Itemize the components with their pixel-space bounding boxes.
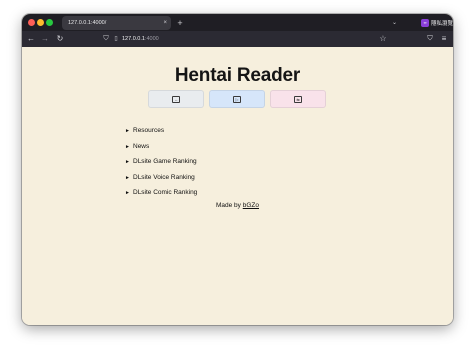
- details-label: DLsite Comic Ranking: [133, 189, 198, 196]
- browser-window: 127.0.0.1:4000/ × + ⌄ ∞ 隱私瀏覽 ← → ↻ ⛉ ▯ 1…: [22, 14, 453, 325]
- title-bar: 127.0.0.1:4000/ × + ⌄ ∞ 隱私瀏覽: [22, 14, 453, 31]
- browser-tab[interactable]: 127.0.0.1:4000/ ×: [62, 16, 171, 30]
- address-bar[interactable]: 127.0.0.1:4000: [122, 34, 159, 44]
- back-arrow-icon[interactable]: ←: [25, 33, 37, 45]
- url-host: 127.0.0.1: [122, 36, 145, 42]
- url-port: :4000: [144, 36, 159, 42]
- details-label: DLsite Voice Ranking: [133, 173, 195, 181]
- footer-credit: Made by bGZo: [22, 202, 453, 209]
- page-info-icon[interactable]: ▯: [111, 34, 121, 44]
- page-title: Hentai Reader: [174, 65, 301, 86]
- mode-button-2[interactable]: ▷: [209, 90, 265, 108]
- disclosure-triangle-icon: ►: [125, 174, 130, 181]
- details-dlsite-voice-ranking[interactable]: ► DLsite Voice Ranking: [125, 170, 197, 186]
- bookmark-star-icon[interactable]: ☆: [377, 33, 389, 45]
- tab-close-icon[interactable]: ×: [163, 16, 167, 30]
- details-label: News: [133, 142, 150, 150]
- extensions-icon[interactable]: ⛉: [424, 33, 436, 45]
- private-browsing-indicator[interactable]: ∞ 隱私瀏覽: [421, 18, 453, 27]
- disclosure-triangle-icon: ►: [125, 128, 130, 134]
- details-label: DLsite Game Ranking: [133, 158, 197, 165]
- tracking-shield-icon[interactable]: ⛉: [101, 34, 111, 44]
- credit-prefix: Made by: [215, 202, 243, 209]
- forward-arrow-icon[interactable]: →: [39, 33, 51, 45]
- disclosure-triangle-icon: ►: [125, 190, 130, 196]
- private-browsing-icon: ∞: [421, 18, 429, 27]
- tab-list-chevron-icon[interactable]: ⌄: [392, 17, 397, 29]
- details-dlsite-game-ranking[interactable]: ► DLsite Game Ranking: [125, 154, 197, 170]
- details-news[interactable]: ► News: [125, 139, 197, 155]
- nav-toolbar: ← → ↻ ⛉ ▯ 127.0.0.1:4000 ☆ ⛉ ≡: [22, 31, 453, 47]
- mode-2-icon: ▷: [233, 95, 241, 103]
- details-dlsite-comic-ranking[interactable]: ► DLsite Comic Ranking: [125, 185, 197, 201]
- mode-button-1[interactable]: ↔: [148, 90, 204, 108]
- zoom-window-button[interactable]: [46, 19, 53, 26]
- new-tab-button[interactable]: +: [175, 16, 185, 30]
- details-label: Resources: [133, 127, 165, 134]
- disclosure-triangle-icon: ►: [125, 159, 130, 165]
- tab-title: 127.0.0.1:4000/: [68, 20, 107, 26]
- mode-button-3[interactable]: ⇆: [270, 90, 326, 108]
- mode-3-icon: ⇆: [294, 95, 302, 103]
- minimize-window-button[interactable]: [37, 19, 44, 26]
- hamburger-menu-icon[interactable]: ≡: [438, 33, 450, 45]
- disclosure-triangle-icon: ►: [125, 143, 130, 150]
- page-content: Hentai Reader ↔ ▷ ⇆ ► Resources ► News ► DL…: [22, 47, 453, 325]
- mode-1-icon: ↔: [172, 95, 180, 103]
- close-window-button[interactable]: [28, 19, 35, 26]
- details-list: ► Resources ► News ► DLsite Game Ranking ► D…: [125, 123, 197, 201]
- private-browsing-label: 隱私瀏覽: [431, 20, 453, 27]
- author-link[interactable]: bGZo: [243, 202, 259, 209]
- details-resources[interactable]: ► Resources: [125, 123, 197, 139]
- reload-icon[interactable]: ↻: [54, 33, 66, 45]
